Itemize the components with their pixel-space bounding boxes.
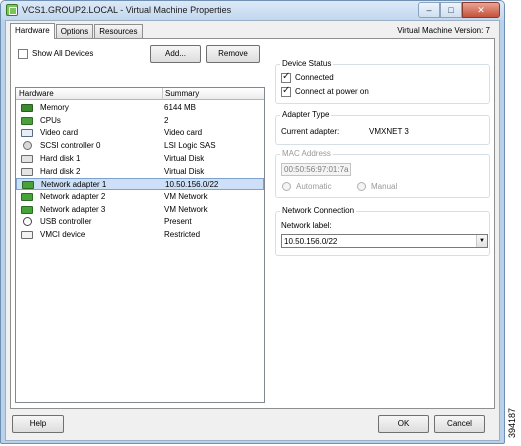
vmci-icon: [21, 231, 33, 239]
hardware-row[interactable]: Network adapter 1 10.50.156.0/22: [16, 178, 264, 191]
hardware-row[interactable]: SCSI controller 0 LSI Logic SAS: [16, 140, 264, 152]
mac-automatic-radio[interactable]: [282, 182, 291, 191]
hardware-tab-panel: Show All Devices Add... Remove Hardware …: [10, 38, 495, 409]
mac-address-field[interactable]: 00:50:56:97:01:7a: [281, 163, 351, 176]
tab-options[interactable]: Options: [55, 24, 94, 39]
hardware-row[interactable]: VMCI device Restricted: [16, 229, 264, 241]
connected-label: Connected: [295, 73, 334, 82]
close-button[interactable]: ✕: [462, 2, 500, 18]
minimize-button[interactable]: –: [418, 2, 440, 18]
hardware-row[interactable]: Hard disk 2 Virtual Disk: [16, 166, 264, 178]
maximize-button[interactable]: □: [440, 2, 462, 18]
network-label-caption: Network label:: [281, 221, 332, 230]
minimize-icon: –: [426, 5, 432, 15]
figure-number-label: 394187: [503, 404, 521, 444]
hardware-row[interactable]: Hard disk 1 Virtual Disk: [16, 153, 264, 165]
hardware-row-name: CPUs: [40, 115, 61, 125]
adapter-type-group: Adapter Type Current adapter: VMXNET 3: [275, 110, 490, 145]
current-adapter-label: Current adapter:: [281, 127, 340, 136]
mac-automatic-label: Automatic: [296, 182, 332, 191]
hardware-row-name: Hard disk 1: [40, 153, 81, 163]
hardware-list-header: Hardware Summary: [16, 88, 264, 100]
ok-button[interactable]: OK: [378, 415, 429, 433]
mac-address-group: MAC Address 00:50:56:97:01:7a Automatic …: [275, 149, 490, 198]
hardware-row-name: Network adapter 2: [40, 191, 106, 201]
vm-app-icon: [6, 4, 18, 16]
vm-version-label: Virtual Machine Version: 7: [397, 26, 490, 35]
hardware-row[interactable]: CPUs 2: [16, 115, 264, 127]
hardware-row-summary: Virtual Disk: [164, 153, 205, 163]
connected-checkbox[interactable]: [281, 71, 291, 83]
network-adapter-icon: [22, 181, 34, 190]
cpu-icon: [21, 116, 33, 125]
tab-hardware[interactable]: Hardware: [10, 23, 55, 39]
hardware-row[interactable]: Network adapter 2 VM Network: [16, 191, 264, 203]
dialog-client-area: Hardware Options Resources Virtual Machi…: [5, 20, 500, 441]
network-connection-title: Network Connection: [280, 206, 357, 215]
title-bar[interactable]: VCS1.GROUP2.LOCAL - Virtual Machine Prop…: [1, 1, 504, 20]
hardware-row-summary: 2: [164, 115, 169, 125]
adapter-type-title: Adapter Type: [280, 110, 332, 119]
hardware-row-summary: VM Network: [164, 204, 208, 214]
current-adapter-value: VMXNET 3: [369, 127, 409, 136]
column-divider[interactable]: [162, 88, 163, 100]
tab-resources[interactable]: Resources: [94, 24, 143, 39]
show-all-devices-label: Show All Devices: [32, 49, 94, 58]
hardware-row[interactable]: USB controller Present: [16, 216, 264, 228]
hardware-row[interactable]: Memory 6144 MB: [16, 102, 264, 114]
window-title: VCS1.GROUP2.LOCAL - Virtual Machine Prop…: [22, 5, 232, 15]
hardware-row-name: USB controller: [40, 217, 92, 227]
hardware-row-summary: 6144 MB: [164, 103, 197, 112]
mac-manual-label: Manual: [371, 182, 398, 191]
mac-manual-radio[interactable]: [357, 182, 366, 191]
hardware-row[interactable]: Video card Video card: [16, 127, 264, 139]
network-label-dropdown[interactable]: 10.50.156.0/22 ▼: [281, 234, 488, 248]
hardware-row-summary: Present: [164, 217, 192, 227]
memory-icon: [21, 104, 33, 112]
hard-disk-icon: [21, 154, 33, 163]
tab-strip: Hardware Options Resources: [10, 23, 144, 39]
connect-at-power-on-label: Connect at power on: [295, 87, 369, 96]
device-status-title: Device Status: [280, 59, 334, 68]
column-header-summary[interactable]: Summary: [165, 89, 199, 98]
network-adapter-icon: [21, 192, 33, 201]
hardware-row-name: Network adapter 1: [41, 180, 107, 190]
figure-number-text: 394187: [507, 407, 517, 439]
properties-window: VCS1.GROUP2.LOCAL - Virtual Machine Prop…: [0, 0, 505, 444]
window-controls: – □ ✕: [418, 2, 500, 18]
hardware-row-summary: VM Network: [164, 191, 208, 201]
hardware-row-summary: Restricted: [164, 230, 201, 239]
hardware-row-name: Hard disk 2: [40, 166, 81, 176]
connect-at-power-on-checkbox[interactable]: [281, 85, 291, 97]
maximize-icon: □: [448, 5, 454, 15]
hardware-row-summary: LSI Logic SAS: [164, 141, 216, 151]
add-device-button[interactable]: Add...: [150, 45, 201, 63]
hardware-row-summary: 10.50.156.0/22: [165, 180, 219, 190]
disk-controller-icon: [23, 141, 32, 151]
network-label-value: 10.50.156.0/22: [284, 237, 338, 246]
chevron-down-icon[interactable]: ▼: [476, 235, 487, 247]
column-header-hardware[interactable]: Hardware: [19, 89, 54, 98]
hardware-row-summary: Video card: [164, 128, 203, 138]
network-adapter-icon: [21, 205, 33, 214]
show-all-devices-checkbox[interactable]: [18, 49, 28, 59]
remove-device-button[interactable]: Remove: [206, 45, 260, 63]
usb-icon: [23, 217, 32, 227]
mac-address-title: MAC Address: [280, 149, 333, 158]
hardware-row-name: Memory: [40, 103, 69, 112]
device-status-group: Device Status Connected Connect at power…: [275, 59, 490, 104]
hardware-row-name: Network adapter 3: [40, 204, 106, 214]
cancel-button[interactable]: Cancel: [434, 415, 485, 433]
hardware-row-name: Video card: [40, 128, 79, 138]
hardware-row[interactable]: Network adapter 3 VM Network: [16, 204, 264, 216]
hardware-row-summary: Virtual Disk: [164, 166, 205, 176]
network-connection-group: Network Connection Network label: 10.50.…: [275, 206, 490, 256]
hardware-list: Hardware Summary Memory 6144 MB CPUs 2 Video…: [15, 87, 265, 403]
close-icon: ✕: [477, 5, 485, 15]
monitor-icon: [21, 129, 33, 138]
hardware-row-name: SCSI controller 0: [40, 141, 101, 151]
hardware-row-name: VMCI device: [40, 230, 86, 239]
help-button[interactable]: Help: [12, 415, 64, 433]
hard-disk-icon: [21, 167, 33, 176]
